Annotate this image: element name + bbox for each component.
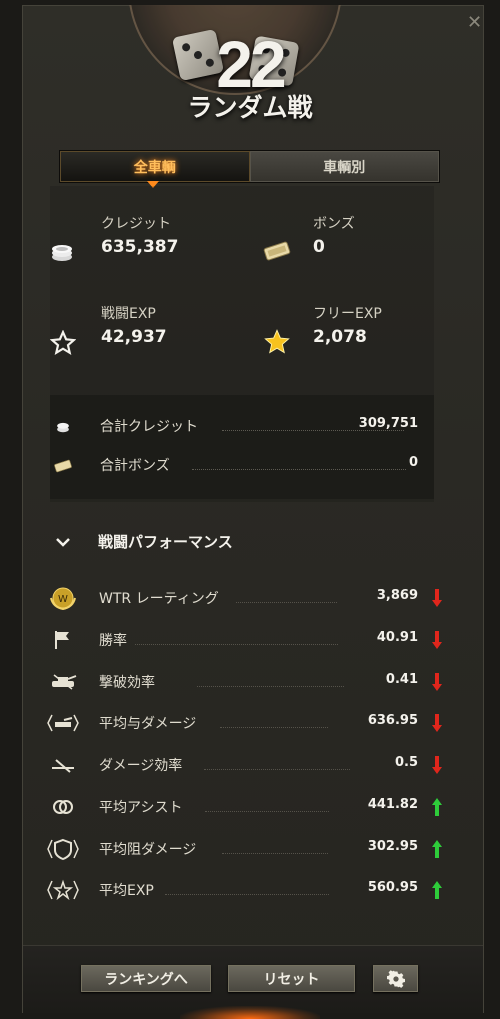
performance-row: ダメージ効率 0.5 <box>42 751 452 781</box>
leader-dots <box>205 811 329 812</box>
battle-exp-value: 42,937 <box>101 327 167 347</box>
gear-icon <box>386 969 405 988</box>
tab-all-vehicles[interactable]: 全車輌 <box>60 151 250 182</box>
trend-down-icon <box>431 672 443 692</box>
performance-value: 3,869 <box>376 588 418 603</box>
bonds-label: ボンズ <box>313 216 355 232</box>
average-exp-icon <box>46 876 80 904</box>
performance-row: 撃破効率 0.41 <box>42 668 452 698</box>
credits-icon <box>48 238 76 264</box>
credits-value: 635,387 <box>101 237 179 257</box>
free-exp-label: フリーEXP <box>313 306 382 322</box>
settings-button[interactable] <box>373 965 418 992</box>
bonds-stat: ボンズ 0 <box>313 213 355 257</box>
blocked-damage-icon <box>46 835 80 863</box>
leader-dots <box>165 894 329 895</box>
performance-row: 平均与ダメージ 636.95 <box>42 709 452 739</box>
damage-dealt-icon <box>46 709 80 737</box>
total-credits-value: 309,751 <box>358 416 418 431</box>
performance-label: WTR レーティング <box>99 591 219 607</box>
bonds-value: 0 <box>313 237 325 257</box>
star-outline-icon <box>49 330 77 356</box>
vehicle-tabs: 全車輌 車輌別 <box>59 150 440 183</box>
chevron-down-icon[interactable] <box>54 534 72 548</box>
leader-dots <box>197 686 344 687</box>
gold-star-icon <box>262 328 292 356</box>
performance-value: 302.95 <box>367 839 418 854</box>
performance-row: 平均アシスト 441.82 <box>42 793 452 823</box>
leader-dots <box>222 853 328 854</box>
bonds-icon <box>262 238 292 264</box>
performance-value: 0.41 <box>385 672 418 687</box>
performance-value: 560.95 <box>367 880 418 895</box>
totals-box <box>50 395 434 499</box>
leader-dots <box>204 769 350 770</box>
performance-row: 平均EXP 560.95 <box>42 876 452 906</box>
performance-value: 441.82 <box>367 797 418 812</box>
trend-down-icon <box>431 713 443 733</box>
ranking-button[interactable]: ランキングへ <box>81 965 211 992</box>
battle-exp-label: 戦闘EXP <box>101 306 156 322</box>
trend-up-icon <box>431 797 443 817</box>
trend-down-icon <box>431 755 443 775</box>
performance-label: ダメージ効率 <box>99 758 183 774</box>
battle-exp-stat: 戦闘EXP 42,937 <box>101 303 167 347</box>
free-exp-value: 2,078 <box>313 327 367 347</box>
performance-label: 平均アシスト <box>99 800 183 816</box>
total-bonds-label: 合計ボンズ <box>100 458 170 474</box>
leader-dots <box>135 644 338 645</box>
mode-title: ランダム戦 <box>187 93 313 122</box>
performance-row: 勝率 40.91 <box>42 626 452 656</box>
total-bonds-row: 合計ボンズ 0 <box>50 455 434 479</box>
damage-ratio-icon <box>46 751 80 779</box>
leader-dots <box>236 602 337 603</box>
performance-label: 平均与ダメージ <box>99 716 197 732</box>
total-bonds-value: 0 <box>408 455 418 470</box>
assist-icon <box>46 793 80 821</box>
trend-up-icon <box>431 839 443 859</box>
destroyed-tank-icon <box>46 668 80 696</box>
performance-label: 平均阻ダメージ <box>99 842 197 858</box>
leader-dots <box>220 727 328 728</box>
leader-dots <box>192 469 406 470</box>
performance-row: W WTR レーティング 3,869 <box>42 584 452 614</box>
wtr-rating-icon: W <box>46 584 80 612</box>
performance-section-title[interactable]: 戦闘パフォーマンス <box>98 531 233 552</box>
performance-value: 40.91 <box>376 630 418 645</box>
performance-value: 636.95 <box>367 713 418 728</box>
free-exp-stat: フリーEXP 2,078 <box>313 303 382 347</box>
performance-label: 勝率 <box>99 633 127 649</box>
bonds-icon <box>50 455 76 477</box>
credits-label: クレジット <box>101 216 171 232</box>
trend-up-icon <box>431 880 443 900</box>
tab-by-vehicle[interactable]: 車輌別 <box>249 151 439 182</box>
credits-icon <box>50 416 76 438</box>
credits-stat: クレジット 635,387 <box>101 213 178 257</box>
performance-row: 平均阻ダメージ 302.95 <box>42 835 452 865</box>
trend-down-icon <box>431 588 443 608</box>
total-credits-label: 合計クレジット <box>100 419 198 435</box>
trend-down-icon <box>431 630 443 650</box>
svg-text:W: W <box>58 594 68 605</box>
reset-button[interactable]: リセット <box>228 965 355 992</box>
performance-label: 撃破効率 <box>99 675 155 691</box>
total-credits-row: 合計クレジット 309,751 <box>50 416 434 440</box>
performance-value: 0.5 <box>394 755 418 770</box>
flag-icon <box>46 626 80 654</box>
performance-label: 平均EXP <box>99 883 154 899</box>
bottom-glow <box>180 1006 320 1019</box>
